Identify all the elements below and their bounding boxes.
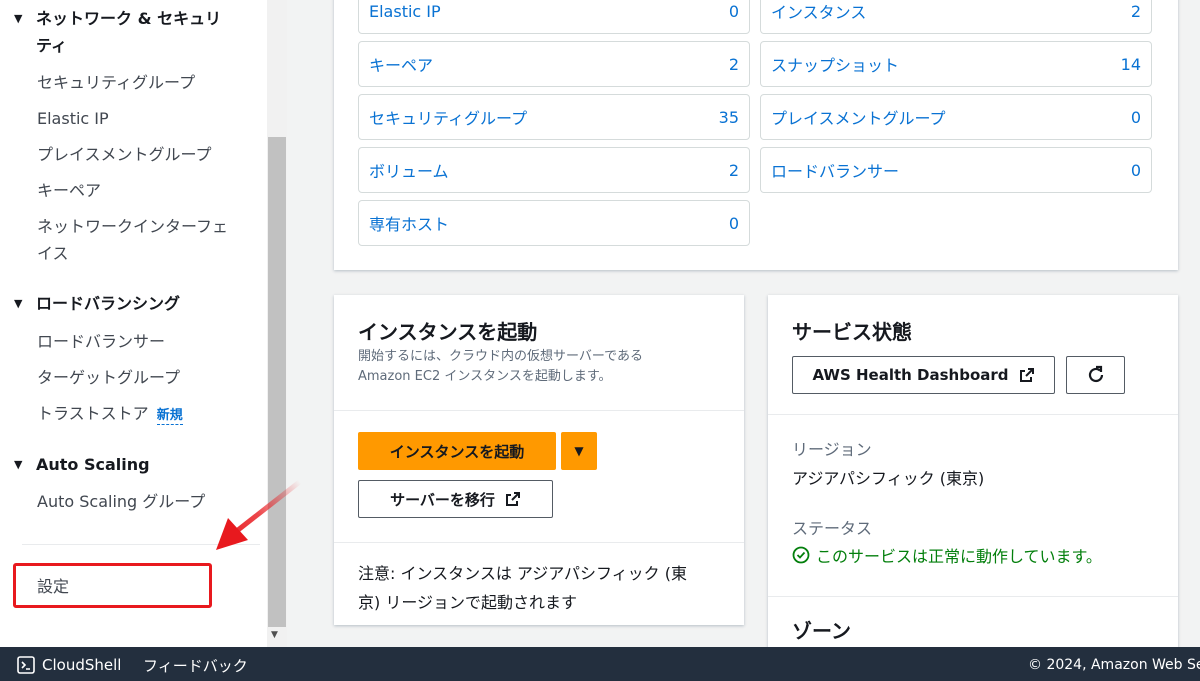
caret-down-icon: ▼: [14, 458, 23, 471]
resource-count: 0: [728, 1, 739, 21]
sidebar-item-trust-stores[interactable]: トラストストア 新規: [37, 400, 237, 429]
resource-dedicated-hosts[interactable]: 専有ホスト 0: [358, 200, 750, 246]
resource-volumes[interactable]: ボリューム 2: [358, 147, 750, 193]
caret-down-icon: ▼: [14, 297, 23, 310]
section-network-security[interactable]: ▼ ネットワーク & セキュリティ: [14, 5, 236, 59]
cloudshell-icon: [17, 656, 35, 674]
resource-count: 0: [1130, 160, 1141, 180]
region-value: アジアパシフィック (東京): [792, 469, 985, 488]
sidebar-item-auto-scaling-groups[interactable]: Auto Scaling グループ: [37, 488, 237, 515]
resource-label: ボリューム: [369, 162, 449, 181]
resource-elastic-ip[interactable]: Elastic IP 0: [358, 0, 750, 34]
launch-dropdown-button[interactable]: ▼: [561, 432, 597, 470]
panel-divider: [768, 414, 1178, 415]
launch-region-note: 注意: インスタンスは アジアパシフィック (東 京) リージョンで起動されます: [358, 559, 718, 617]
resource-label: インスタンス: [771, 3, 867, 22]
cloudshell-label: CloudShell: [42, 656, 122, 674]
resource-load-balancers[interactable]: ロードバランサー 0: [760, 147, 1152, 193]
feedback-link[interactable]: フィードバック: [143, 655, 248, 676]
region-label: リージョン: [792, 440, 872, 459]
resource-snapshots[interactable]: スナップショット 14: [760, 41, 1152, 87]
launch-panel-desc-line1: 開始するには、クラウド内の仮想サーバーである: [358, 349, 643, 364]
caret-down-icon: ▼: [574, 444, 584, 458]
sidebar-item-label: トラストストア: [37, 404, 149, 423]
resource-count: 2: [728, 160, 739, 180]
new-badge: 新規: [156, 408, 183, 425]
check-circle-icon: [792, 546, 810, 564]
section-auto-scaling[interactable]: ▼ Auto Scaling: [14, 451, 150, 478]
sidebar-item-elastic-ip[interactable]: Elastic IP: [37, 105, 237, 132]
resource-security-groups[interactable]: セキュリティグループ 35: [358, 94, 750, 140]
sidebar: ▼ ネットワーク & セキュリティ セキュリティグループ Elastic IP …: [0, 0, 287, 647]
resource-count: 35: [718, 107, 739, 127]
resource-label: キーペア: [369, 56, 434, 75]
resource-placement-groups[interactable]: プレイスメントグループ 0: [760, 94, 1152, 140]
refresh-icon: [1088, 365, 1103, 383]
resource-count: 2: [728, 54, 739, 74]
migrate-server-button[interactable]: サーバーを移行: [358, 480, 553, 518]
note-line2: 京) リージョンで起動されます: [358, 593, 578, 612]
settings-highlight-box: [13, 563, 212, 608]
service-health-title: サービス状態: [792, 320, 912, 344]
panel-divider: [334, 410, 744, 411]
resource-label: スナップショット: [771, 56, 900, 75]
caret-down-icon: ▼: [14, 12, 23, 25]
resource-instances[interactable]: インスタンス 2: [760, 0, 1152, 34]
resource-count: 14: [1120, 54, 1141, 74]
sidebar-nav: ▼ ネットワーク & セキュリティ セキュリティグループ Elastic IP …: [0, 0, 267, 647]
panel-divider: [768, 596, 1178, 597]
resource-key-pairs[interactable]: キーペア 2: [358, 41, 750, 87]
section-title: Auto Scaling: [36, 455, 150, 474]
scroll-down-arrow-icon[interactable]: ▼: [271, 630, 278, 640]
dashboard-button-label: AWS Health Dashboard: [812, 366, 1009, 384]
resource-label: Elastic IP: [369, 1, 441, 21]
resource-label: ロードバランサー: [771, 162, 900, 181]
status-text: このサービスは正常に動作しています。: [816, 547, 1102, 566]
note-line1: 注意: インスタンスは アジアパシフィック (東: [358, 564, 687, 583]
sidebar-item-network-interfaces[interactable]: ネットワークインターフェイス: [37, 213, 232, 267]
footer: CloudShell フィードバック © 2024, Amazon Web Se…: [0, 647, 1200, 681]
launch-panel-title: インスタンスを起動: [358, 320, 538, 344]
sidebar-item-load-balancers[interactable]: ロードバランサー: [37, 328, 237, 355]
sidebar-scrollbar-thumb[interactable]: [268, 137, 286, 627]
panel-divider: [334, 542, 744, 543]
launch-panel-desc-line2: Amazon EC2 インスタンスを起動します。: [358, 369, 612, 384]
zones-title: ゾーン: [792, 619, 851, 643]
resource-label: セキュリティグループ: [369, 109, 528, 128]
external-link-icon: [1019, 368, 1034, 382]
status-label: ステータス: [792, 519, 873, 538]
resource-count: 0: [728, 213, 739, 233]
resource-count: 2: [1130, 1, 1141, 21]
section-load-balancing[interactable]: ▼ ロードバランシング: [14, 290, 180, 317]
external-link-icon: [505, 492, 520, 506]
sidebar-item-target-groups[interactable]: ターゲットグループ: [37, 364, 237, 391]
resource-label: 専有ホスト: [369, 215, 450, 234]
section-title: ロードバランシング: [36, 294, 181, 313]
copyright-text: © 2024, Amazon Web Serv: [1028, 657, 1200, 673]
sidebar-item-placement-groups[interactable]: プレイスメントグループ: [37, 141, 237, 168]
cloudshell-button[interactable]: CloudShell: [17, 656, 121, 674]
aws-health-dashboard-button[interactable]: AWS Health Dashboard: [792, 356, 1055, 394]
launch-instance-button[interactable]: インスタンスを起動: [358, 432, 556, 470]
resource-label: プレイスメントグループ: [771, 109, 946, 128]
migrate-button-label: サーバーを移行: [390, 490, 495, 509]
section-title: ネットワーク & セキュリティ: [36, 9, 222, 55]
resource-count: 0: [1130, 107, 1141, 127]
status-value: このサービスは正常に動作しています。: [792, 543, 1102, 567]
sidebar-item-key-pairs[interactable]: キーペア: [37, 177, 237, 204]
sidebar-item-security-groups[interactable]: セキュリティグループ: [37, 69, 237, 96]
refresh-button[interactable]: [1066, 356, 1125, 394]
sidebar-divider: [22, 544, 260, 545]
